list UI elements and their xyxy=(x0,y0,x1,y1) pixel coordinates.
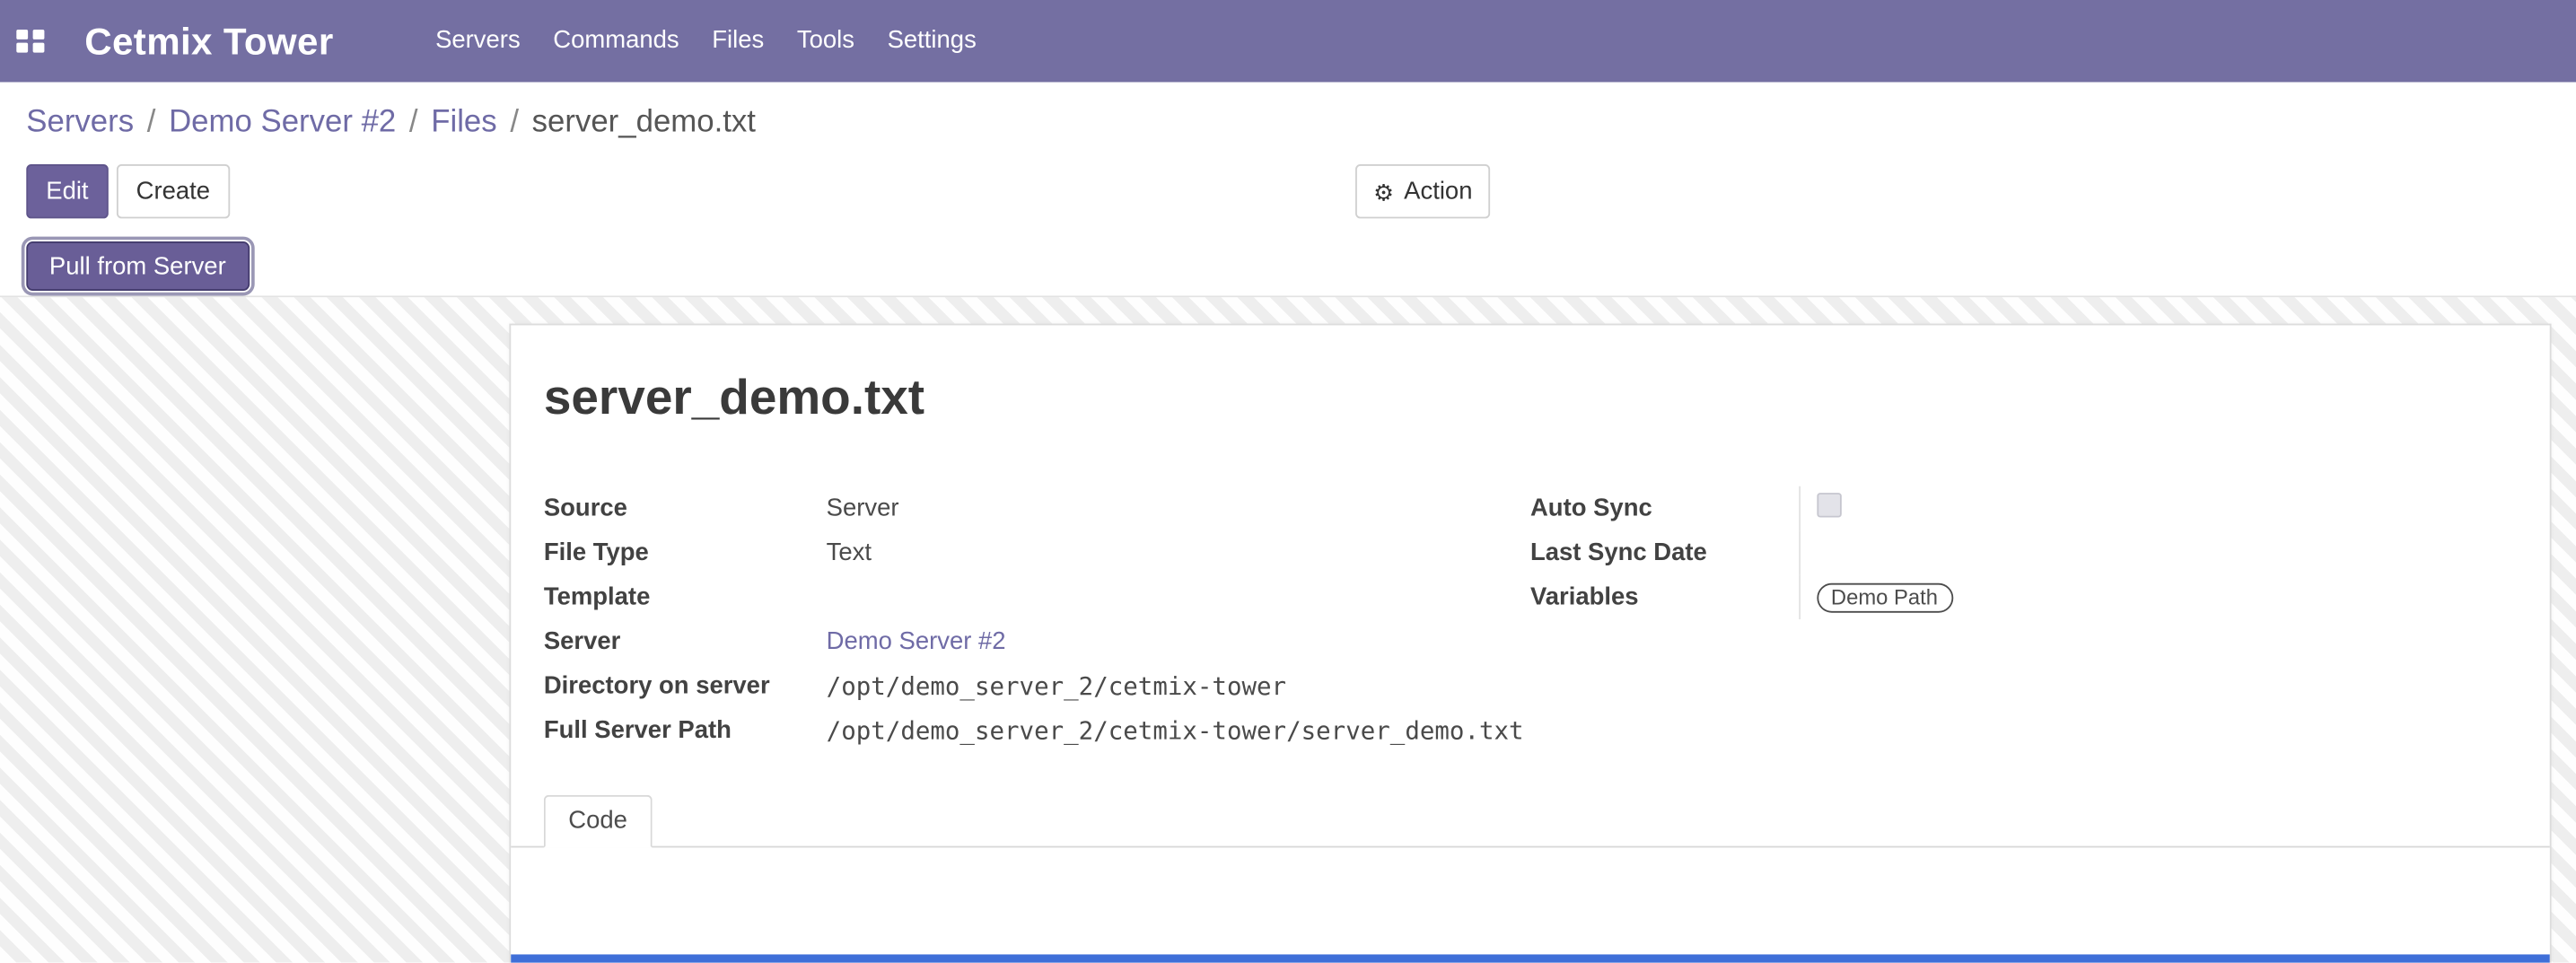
auto-sync-checkbox[interactable] xyxy=(1816,493,1840,517)
menu-item-tools[interactable]: Tools xyxy=(781,0,872,83)
directory-value: /opt/demo_server_2/cetmix-tower xyxy=(827,663,1530,707)
template-value xyxy=(827,575,1530,619)
create-button[interactable]: Create xyxy=(117,164,230,218)
notebook-tabs: Code xyxy=(511,795,2549,848)
breadcrumb-current: server_demo.txt xyxy=(532,105,756,141)
directory-label: Directory on server xyxy=(544,663,827,707)
full-path-value: /opt/demo_server_2/cetmix-tower/server_d… xyxy=(827,708,1530,752)
variables-label: Variables xyxy=(1530,575,1799,619)
last-sync-date-value xyxy=(1799,530,2517,574)
menu-item-commands[interactable]: Commands xyxy=(537,0,696,83)
tab-content xyxy=(511,847,2549,954)
variable-tag: Demo Path xyxy=(1816,582,1952,612)
pull-from-server-button[interactable]: Pull from Server xyxy=(26,241,249,291)
menu-item-servers[interactable]: Servers xyxy=(419,0,537,83)
tab-code[interactable]: Code xyxy=(544,795,653,848)
apps-menu-icon-square xyxy=(32,43,44,53)
record-title: server_demo.txt xyxy=(544,372,2517,427)
field-row-template: Template xyxy=(544,575,1530,619)
form-sheet: server_demo.txt Source Server File Type … xyxy=(509,324,2551,963)
file-type-label: File Type xyxy=(544,530,827,574)
server-link[interactable]: Demo Server #2 xyxy=(827,627,1006,655)
source-label: Source xyxy=(544,486,827,530)
server-label: Server xyxy=(544,619,827,663)
breadcrumb-link-files[interactable]: Files xyxy=(431,105,496,141)
field-row-full-path: Full Server Path /opt/demo_server_2/cetm… xyxy=(544,708,1530,752)
breadcrumb-separator: / xyxy=(510,105,519,141)
main-menu: Servers Commands Files Tools Settings xyxy=(419,0,993,83)
right-field-group: Auto Sync Last Sync Date Variables Demo … xyxy=(1530,486,2517,753)
field-groups: Source Server File Type Text Template xyxy=(544,486,2517,753)
code-editor-area[interactable] xyxy=(511,954,2549,962)
field-row-auto-sync: Auto Sync xyxy=(1530,486,2517,530)
field-row-directory: Directory on server /opt/demo_server_2/c… xyxy=(544,663,1530,707)
action-menu-label: Action xyxy=(1404,178,1472,206)
apps-menu-icon-square xyxy=(32,29,44,39)
field-row-server: Server Demo Server #2 xyxy=(544,619,1530,663)
apps-menu-icon[interactable] xyxy=(16,29,43,53)
left-field-group: Source Server File Type Text Template xyxy=(544,486,1530,753)
menu-item-files[interactable]: Files xyxy=(696,0,781,83)
breadcrumb-link-demo-server[interactable]: Demo Server #2 xyxy=(169,105,396,141)
app-window: Cetmix Tower Servers Commands Files Tool… xyxy=(0,0,2576,963)
apps-menu-icon-square xyxy=(16,43,28,53)
breadcrumb-link-servers[interactable]: Servers xyxy=(26,105,134,141)
template-label: Template xyxy=(544,575,827,619)
top-navbar: Cetmix Tower Servers Commands Files Tool… xyxy=(0,0,2576,83)
breadcrumb-separator: / xyxy=(147,105,156,141)
field-row-file-type: File Type Text xyxy=(544,530,1530,574)
form-statusbar: Pull from Server xyxy=(0,235,2576,298)
menu-item-settings[interactable]: Settings xyxy=(871,0,993,83)
breadcrumb: Servers / Demo Server #2 / Files / serve… xyxy=(0,83,2576,165)
breadcrumb-separator: / xyxy=(409,105,418,141)
field-row-last-sync: Last Sync Date xyxy=(1530,530,2517,574)
auto-sync-label: Auto Sync xyxy=(1530,486,1799,530)
form-background: server_demo.txt Source Server File Type … xyxy=(0,297,2576,962)
edit-button[interactable]: Edit xyxy=(26,164,108,218)
apps-menu-icon-square xyxy=(16,29,28,39)
full-path-label: Full Server Path xyxy=(544,708,827,752)
gear-icon: ⚙ xyxy=(1373,179,1394,203)
brand-title[interactable]: Cetmix Tower xyxy=(84,19,333,63)
field-row-variables: Variables Demo Path xyxy=(1530,575,2517,619)
action-menu-button[interactable]: ⚙ Action xyxy=(1355,164,1491,218)
last-sync-date-label: Last Sync Date xyxy=(1530,530,1799,574)
source-value: Server xyxy=(827,486,1530,530)
field-row-source: Source Server xyxy=(544,486,1530,530)
control-panel-buttons: Edit Create ⚙ Action xyxy=(0,164,2576,235)
file-type-value: Text xyxy=(827,530,1530,574)
